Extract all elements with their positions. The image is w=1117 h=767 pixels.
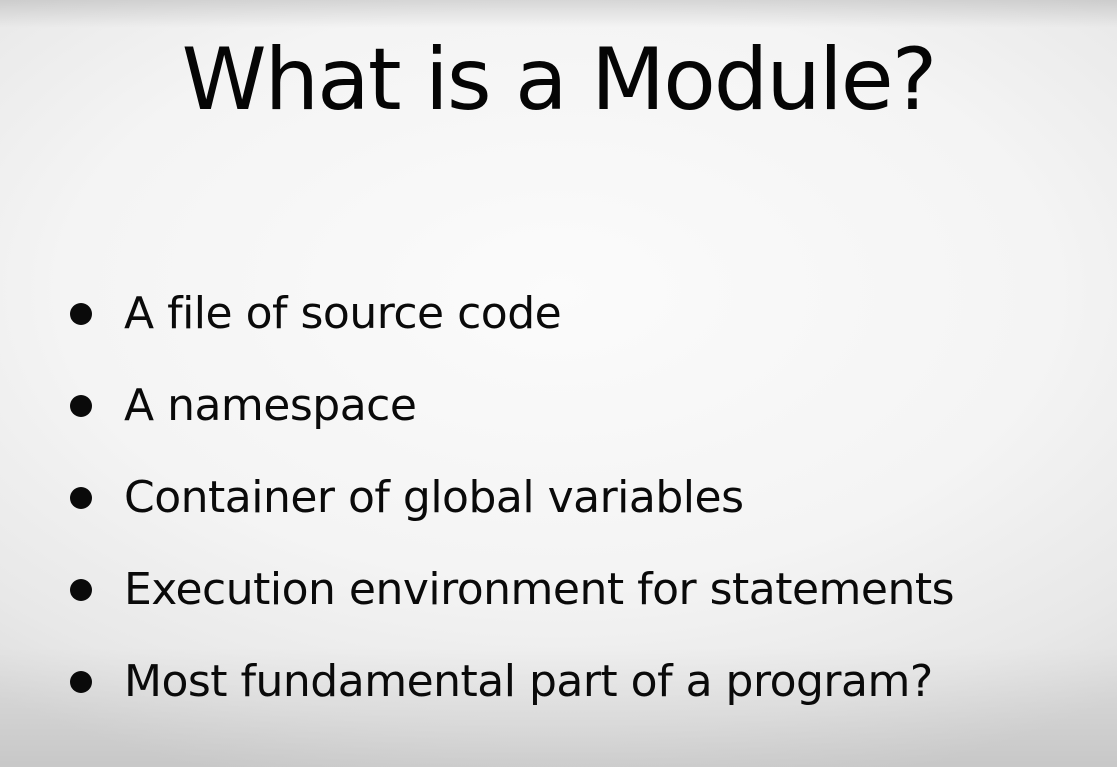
bullet-item: A namespace	[70, 360, 954, 452]
bullet-point-icon	[70, 671, 92, 693]
bullet-point-icon	[70, 303, 92, 325]
bullet-item: Container of global variables	[70, 452, 954, 544]
bullet-text: Most fundamental part of a program?	[124, 656, 933, 707]
bullet-point-icon	[70, 487, 92, 509]
bullet-point-icon	[70, 579, 92, 601]
bullet-item: Most fundamental part of a program?	[70, 636, 954, 728]
bullet-text: Execution environment for statements	[124, 564, 955, 615]
bullet-item: Execution environment for statements	[70, 544, 955, 636]
bullet-text: Container of global variables	[124, 472, 744, 523]
bullet-point-icon	[70, 395, 92, 417]
bullet-item: A file of source code	[70, 268, 954, 360]
bullet-text: A file of source code	[124, 288, 562, 339]
slide-title: What is a Module?	[181, 30, 938, 130]
bullet-list: A file of source code A namespace Contai…	[70, 268, 955, 728]
bullet-text: A namespace	[124, 380, 417, 431]
presentation-slide: What is a Module? A file of source code …	[0, 0, 1117, 767]
